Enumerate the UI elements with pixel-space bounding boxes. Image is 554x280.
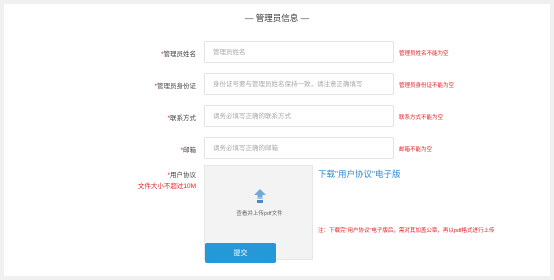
id-card-label: *管理员身份证: [154, 83, 196, 90]
section-title: — 管理员信息 —: [244, 13, 310, 23]
agreement-label: *用户协议: [167, 172, 196, 179]
email-error: 邮箱不能为空: [399, 147, 433, 153]
upload-hint: 查看并上传pdf文件: [236, 211, 283, 217]
phone-label: *联系方式: [167, 115, 196, 122]
file-size-limit: 文件大小不超过10M: [137, 183, 196, 190]
download-agreement-link[interactable]: 下载"用户协议"电子版: [318, 168, 401, 180]
email-label: *邮箱: [180, 147, 196, 154]
phone-input[interactable]: [204, 105, 394, 127]
email-input[interactable]: [204, 137, 394, 159]
agreement-note: 注：下载完"用户协议"电子版后，需对其加盖公章，再以pdf格式进行上传: [318, 228, 495, 234]
cloud-upload-icon: [252, 188, 268, 204]
admin-name-input[interactable]: [204, 41, 394, 63]
name-error: 管理员姓名不能为空: [399, 51, 449, 57]
name-label: *管理员姓名: [160, 51, 196, 58]
id-card-input[interactable]: [204, 73, 394, 95]
id-card-error: 管理员身份证不能为空: [399, 83, 455, 89]
phone-error: 联系方式不能为空: [399, 115, 444, 121]
submit-button[interactable]: 提交: [205, 243, 276, 263]
